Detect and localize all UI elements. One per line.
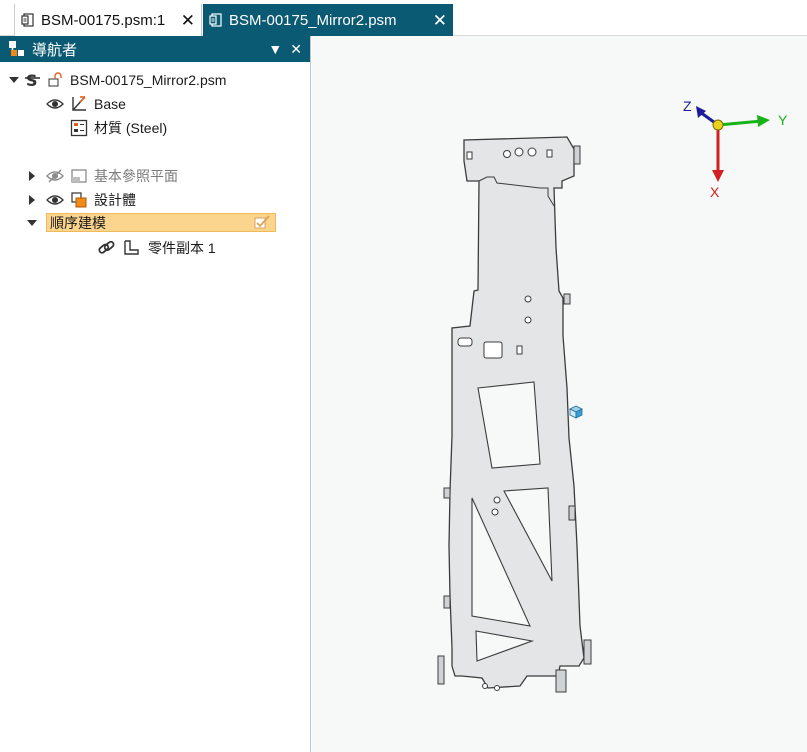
tree-item-part-copy[interactable]: 零件副本 1 (98, 237, 216, 259)
link-icon (98, 239, 116, 257)
document-tab-bar: BSM-00175.psm:1 ✕ BSM-00175_Mirror2.psm … (0, 0, 807, 36)
navigator-title: 導航者 (32, 41, 78, 59)
tree-item-label: Base (94, 96, 126, 112)
tab-bsm-00175-mirror2[interactable]: BSM-00175_Mirror2.psm ✕ (203, 4, 453, 36)
tree-item-design-body[interactable]: 設計體 (26, 189, 136, 211)
eye-hidden-icon[interactable] (46, 169, 66, 183)
tree-item-base[interactable]: Base (46, 93, 126, 115)
expand-arrow-icon[interactable] (26, 194, 38, 206)
coordinate-system-icon (70, 95, 88, 113)
tree-item-ordered-modeling[interactable]: 順序建模 (26, 212, 276, 234)
close-icon[interactable]: ✕ (433, 12, 447, 29)
eye-icon[interactable] (46, 97, 66, 111)
part-copy-icon (122, 239, 140, 257)
sheetmetal-icon: S (24, 71, 42, 89)
close-icon[interactable]: ✕ (290, 41, 302, 58)
dropdown-icon[interactable]: ▼ (268, 41, 282, 57)
document-icon (209, 13, 222, 27)
navigator-icon (9, 41, 24, 56)
reference-plane-icon (70, 167, 88, 185)
design-body-icon (70, 191, 88, 209)
tab-label: BSM-00175_Mirror2.psm (229, 11, 397, 29)
tree-item-label: 基本參照平面 (94, 168, 178, 184)
tree-item-label: 順序建模 (50, 215, 106, 231)
view-cube-icon[interactable] (569, 405, 583, 419)
document-icon (21, 13, 34, 27)
tree-item-label: BSM-00175_Mirror2.psm (70, 72, 227, 88)
axis-label-y: Y (778, 112, 788, 128)
svg-text:S: S (26, 71, 38, 89)
eye-icon[interactable] (46, 193, 66, 207)
checkmark-icon (254, 214, 270, 232)
tree-item-root[interactable]: S BSM-00175_Mirror2.psm (8, 69, 226, 91)
tree-item-reference-planes[interactable]: 基本參照平面 (26, 165, 178, 187)
lock-icon (46, 71, 64, 89)
material-table-icon (70, 119, 88, 137)
collapse-arrow-icon[interactable] (26, 217, 38, 229)
axis-label-z: Z (683, 98, 692, 114)
tab-label: BSM-00175.psm:1 (41, 11, 166, 29)
collapse-arrow-icon[interactable] (8, 74, 20, 86)
viewport-canvas (437, 106, 770, 693)
expand-arrow-icon[interactable] (26, 170, 38, 182)
tab-bsm-00175[interactable]: BSM-00175.psm:1 ✕ (14, 4, 202, 36)
graphics-viewport[interactable]: Z Y X (312, 36, 807, 752)
tree-item-label: 零件副本 1 (148, 240, 216, 256)
close-icon[interactable]: ✕ (181, 12, 195, 29)
navigator-pane: 導航者 ▼ ✕ S BSM-00175_Mirror2.psm Base 材質 … (0, 36, 311, 752)
navigator-header: 導航者 ▼ ✕ (0, 36, 310, 62)
tree-item-material[interactable]: 材質 (Steel) (46, 117, 167, 139)
sheetmetal-part[interactable] (437, 136, 592, 693)
axis-label-x: X (710, 184, 720, 200)
tree-item-label: 材質 (Steel) (94, 120, 168, 136)
tree-item-label: 設計體 (94, 192, 136, 208)
axis-triad[interactable] (696, 106, 770, 182)
